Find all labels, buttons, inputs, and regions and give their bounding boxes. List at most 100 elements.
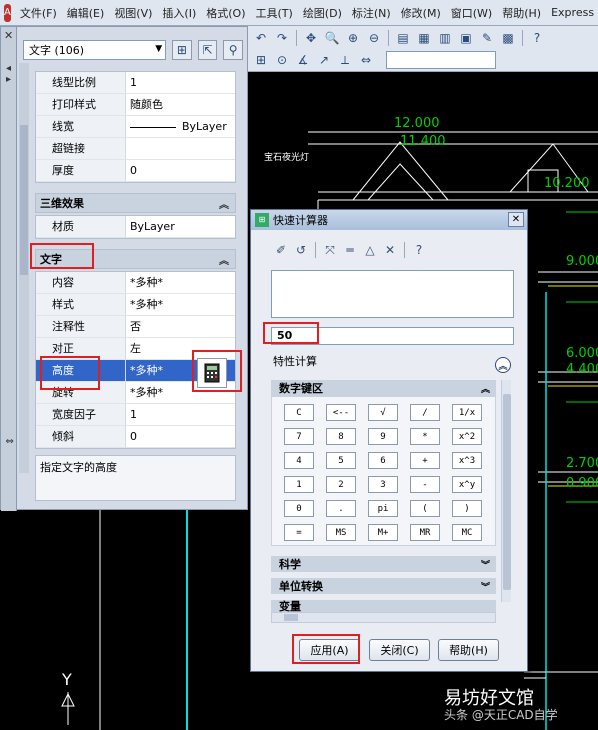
dialog-hscrollbar[interactable] [271,612,496,623]
key-3[interactable]: 3 [368,476,398,493]
key-pi[interactable]: pi [368,500,398,517]
property-value[interactable]: 否 [126,316,235,337]
key-backspace[interactable]: <-- [326,404,356,421]
dim-leader-icon[interactable]: ↗ [315,51,333,69]
key-minus[interactable]: - [410,476,440,493]
key-clear[interactable]: C [284,404,314,421]
dim-edit-icon[interactable]: ⟂ [336,51,354,69]
property-row[interactable]: 宽度因子 1 [36,404,235,426]
key-1[interactable]: 1 [284,476,314,493]
property-value[interactable]: *多种* [126,272,235,293]
dim-radius-icon[interactable]: ⊙ [273,51,291,69]
variables-header[interactable]: 变量 [271,600,496,612]
zoom-previous-icon[interactable]: ⊖ [365,29,383,47]
properties-icon[interactable]: ▤ [394,29,412,47]
property-value[interactable]: 1 [126,404,235,425]
close-button[interactable]: 关闭(C) [369,639,430,661]
property-row[interactable]: 线型比例 1 [36,72,235,94]
redo-icon[interactable]: ↷ [273,29,291,47]
quick-select-icon[interactable]: ⚲ [223,40,243,60]
intersection-icon[interactable]: ✕ [382,242,398,258]
key-decimal[interactable]: . [326,500,356,517]
property-row[interactable]: 内容 *多种* [36,272,235,294]
property-value[interactable]: ByLayer [126,116,235,137]
undo-icon[interactable]: ↶ [252,29,270,47]
pan-icon[interactable]: ✥ [302,29,320,47]
palette-close-icon[interactable]: ✕ [4,29,13,42]
menu-draw[interactable]: 绘图(D) [298,5,347,21]
menu-insert[interactable]: 插入(I) [157,5,201,21]
help-icon[interactable]: ? [528,29,546,47]
key-memory-add[interactable]: M+ [368,524,398,541]
collapse-icon[interactable]: ︽ [219,252,229,267]
menu-file[interactable]: 文件(F) [15,5,62,21]
dialog-titlebar[interactable]: ⊞ 快速计算器 ✕ [251,210,527,230]
property-value[interactable] [126,138,235,159]
property-row[interactable]: 材质 ByLayer [36,216,235,238]
scroll-thumb[interactable] [503,394,511,590]
unit-conversion-header[interactable]: 单位转换 ︾ [271,578,496,594]
key-divide[interactable]: / [410,404,440,421]
tool-palettes-icon[interactable]: ▥ [436,29,454,47]
zoom-window-icon[interactable]: ⊕ [344,29,362,47]
key-cube[interactable]: x^3 [452,452,482,469]
distance-icon[interactable]: ═ [342,242,358,258]
key-power[interactable]: x^y [452,476,482,493]
key-4[interactable]: 4 [284,452,314,469]
property-row[interactable]: 注释性否 [36,316,235,338]
property-value[interactable]: 0 [126,426,235,447]
property-value[interactable]: 0 [126,160,235,181]
key-memory-clear[interactable]: MC [452,524,482,541]
close-icon[interactable]: ✕ [508,212,524,227]
key-6[interactable]: 6 [368,452,398,469]
clear-icon[interactable]: ✐ [273,242,289,258]
scroll-thumb[interactable] [284,614,298,621]
key-sqrt[interactable]: √ [368,404,398,421]
sheet-set-icon[interactable]: ▣ [457,29,475,47]
app-icon[interactable]: A [4,3,11,22]
key-9[interactable]: 9 [368,428,398,445]
angle-icon[interactable]: △ [362,242,378,258]
property-row[interactable]: 样式 *多种* [36,294,235,316]
key-equals[interactable]: = [284,524,314,541]
get-coordinates-icon[interactable]: ⤧ [322,242,338,258]
dim-update-icon[interactable]: ⇔ [357,51,375,69]
key-open-paren[interactable]: ( [410,500,440,517]
menu-express[interactable]: Express [546,6,598,19]
palette-autohide-icon[interactable]: ◂▸ [3,63,14,85]
dim-linear-icon[interactable]: ⊞ [252,51,270,69]
property-row[interactable]: 倾斜 0 [36,426,235,448]
property-value[interactable]: 随颜色 [126,94,235,115]
menu-edit[interactable]: 编辑(E) [62,5,110,21]
help-button[interactable]: 帮助(H) [438,639,499,661]
menu-modify[interactable]: 修改(M) [396,5,446,21]
zoom-realtime-icon[interactable]: 🔍 [323,29,341,47]
key-square[interactable]: x^2 [452,428,482,445]
palette-title-strip[interactable]: ✕ ◂▸ ⇕ [1,27,17,511]
menu-help[interactable]: 帮助(H) [497,5,546,21]
property-value[interactable]: ByLayer [126,216,235,237]
property-value[interactable]: 1 [126,72,235,93]
dialog-scrollbar[interactable] [501,380,511,602]
expand-icon[interactable]: ︾ [481,580,490,593]
menu-tools[interactable]: 工具(T) [251,5,298,21]
key-2[interactable]: 2 [326,476,356,493]
select-objects-icon[interactable]: ⇱ [197,40,218,60]
dim-angular-icon[interactable]: ∡ [294,51,312,69]
collapse-icon[interactable]: ︽ [219,196,229,211]
property-row[interactable]: 打印样式 随颜色 [36,94,235,116]
menu-view[interactable]: 视图(V) [109,5,157,21]
key-5[interactable]: 5 [326,452,356,469]
menu-window[interactable]: 窗口(W) [446,5,497,21]
pickadd-icon[interactable]: ⊞ [172,40,192,60]
scientific-header[interactable]: 科学 ︾ [271,556,496,572]
property-row[interactable]: 线宽 ByLayer [36,116,235,138]
scroll-thumb[interactable] [20,125,28,275]
palette-options-icon[interactable]: ⇕ [3,437,14,445]
key-0[interactable]: 0 [284,500,314,517]
markup-icon[interactable]: ✎ [478,29,496,47]
selection-combo[interactable]: 文字 (106) ▼ [23,40,167,60]
numpad-header[interactable]: 数字键区 ︽ [271,380,496,396]
key-reciprocal[interactable]: 1/x [452,404,482,421]
property-value[interactable]: *多种* [126,294,235,315]
